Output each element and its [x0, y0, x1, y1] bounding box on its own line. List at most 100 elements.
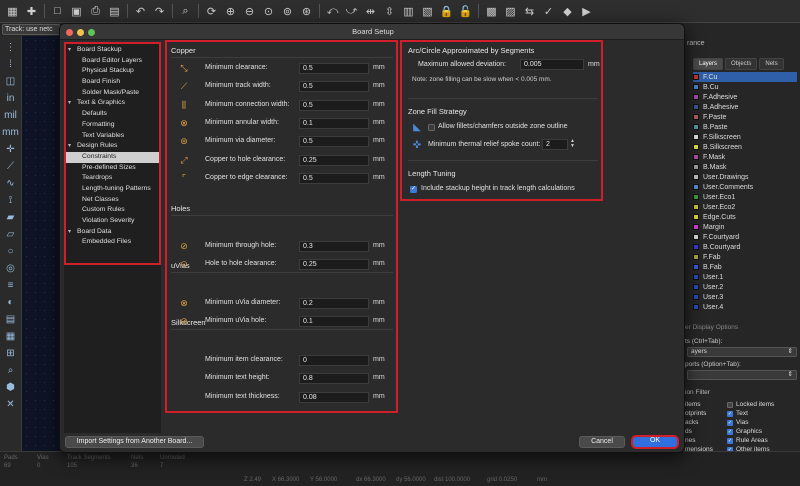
constraint-input[interactable]: 0.5: [299, 173, 369, 184]
layer-color-swatch[interactable]: [693, 264, 699, 270]
undo-icon[interactable]: ↶: [132, 3, 149, 20]
constraint-input[interactable]: 0.1: [299, 118, 369, 129]
maximize-window-icon[interactable]: [88, 29, 95, 36]
import-settings-button[interactable]: Import Settings from Another Board...: [65, 436, 204, 448]
viewports-select[interactable]: ⇕: [687, 370, 797, 380]
layer-color-swatch[interactable]: [693, 174, 699, 180]
layer-color-swatch[interactable]: [693, 234, 699, 240]
layer-color-swatch[interactable]: [693, 204, 699, 210]
constraint-input[interactable]: 0.5: [299, 81, 369, 92]
constraint-input[interactable]: 0.5: [299, 136, 369, 147]
lock-icon[interactable]: 🔒: [438, 3, 455, 20]
allow-fillets-checkbox[interactable]: [428, 124, 435, 131]
filter-item[interactable]: nes: [685, 436, 713, 445]
print-icon[interactable]: ⎙: [87, 3, 104, 20]
layer-color-swatch[interactable]: [693, 114, 699, 120]
footprint-browser-icon[interactable]: ▨: [502, 3, 519, 20]
zoom-selection-icon[interactable]: ⊛: [298, 3, 315, 20]
cancel-button[interactable]: Cancel: [579, 436, 625, 448]
layer-color-swatch[interactable]: [693, 74, 699, 80]
constraint-input[interactable]: 0.25: [299, 259, 369, 270]
constraint-input[interactable]: 0.5: [299, 63, 369, 74]
tree-item[interactable]: Board Editor Layers: [66, 56, 159, 67]
tree-item[interactable]: Physical Stackup: [66, 66, 159, 77]
update-pcb-icon[interactable]: ⇆: [521, 3, 538, 20]
zoom-fit-icon[interactable]: ⊙: [260, 3, 277, 20]
plot-icon[interactable]: ▤: [106, 3, 123, 20]
layer-row[interactable]: F.Adhesive: [693, 92, 797, 102]
tree-item[interactable]: Length-tuning Patterns: [66, 184, 159, 195]
tree-item[interactable]: Embedded Files: [66, 237, 159, 248]
filter-item[interactable]: ✓ Rule Areas: [727, 436, 774, 445]
refresh-icon[interactable]: ⟳: [203, 3, 220, 20]
layer-color-swatch[interactable]: [693, 104, 699, 110]
layer-color-swatch[interactable]: [693, 284, 699, 290]
layer-row[interactable]: B.Silkscreen: [693, 142, 797, 152]
tree-group[interactable]: ▾ Board Stackup: [66, 45, 159, 56]
tree-group[interactable]: ▾ Board Data: [66, 227, 159, 238]
redo-icon[interactable]: ↷: [151, 3, 168, 20]
tree-item[interactable]: Solder Mask/Paste: [66, 88, 159, 99]
zoom-objects-icon[interactable]: ⊚: [279, 3, 296, 20]
layer-row[interactable]: F.Mask: [693, 152, 797, 162]
spoke-count-stepper[interactable]: ▲ ▼: [569, 139, 576, 150]
tree-group[interactable]: ▾ Design Rules: [66, 141, 159, 152]
layer-row[interactable]: Margin: [693, 222, 797, 232]
rotate-ccw-icon[interactable]: ⤺: [324, 3, 341, 20]
layer-color-swatch[interactable]: [693, 124, 699, 130]
3d-viewer-icon[interactable]: ◆: [559, 3, 576, 20]
footprint-editor-icon[interactable]: ▩: [483, 3, 500, 20]
constraint-input[interactable]: 0.1: [299, 316, 369, 327]
tree-item[interactable]: Text Variables: [66, 131, 159, 142]
vias-outline-icon[interactable]: ◎: [3, 261, 18, 275]
layer-row[interactable]: B.Fab: [693, 262, 797, 272]
tab-objects[interactable]: Objects: [725, 58, 758, 70]
layer-row[interactable]: F.Fab: [693, 252, 797, 262]
unlock-icon[interactable]: 🔓: [457, 3, 474, 20]
polar-coords-icon[interactable]: ◫: [3, 74, 18, 88]
minimize-window-icon[interactable]: [77, 29, 84, 36]
layer-color-swatch[interactable]: [693, 224, 699, 230]
chevron-down-icon[interactable]: ▾: [68, 227, 77, 238]
filter-item[interactable]: items: [685, 400, 713, 409]
mils-icon[interactable]: mil: [3, 108, 18, 122]
layer-row[interactable]: F.Cu: [693, 72, 797, 82]
zones-outline-icon[interactable]: ▱: [3, 227, 18, 241]
layer-row[interactable]: User.4: [693, 302, 797, 312]
ratsnest-icon[interactable]: ⟋: [3, 159, 18, 173]
filter-checkbox[interactable]: ✓: [727, 437, 733, 444]
tools-icon[interactable]: ✕: [3, 397, 18, 411]
rotate-cw-icon[interactable]: ⤻: [343, 3, 360, 20]
zones-filled-icon[interactable]: ▰: [3, 210, 18, 224]
high-contrast-icon[interactable]: ◐: [3, 295, 18, 309]
tree-group[interactable]: ▾ Text & Graphics: [66, 98, 159, 109]
tree-item[interactable]: Pre-defined Sizes: [66, 163, 159, 174]
layer-row[interactable]: User.Eco2: [693, 202, 797, 212]
layer-row[interactable]: F.Silkscreen: [693, 132, 797, 142]
layer-color-swatch[interactable]: [693, 154, 699, 160]
layer-row[interactable]: B.Mask: [693, 162, 797, 172]
group-icon[interactable]: ▥: [400, 3, 417, 20]
curved-ratsnest-icon[interactable]: ∿: [3, 176, 18, 190]
layer-color-swatch[interactable]: [693, 94, 699, 100]
find-icon[interactable]: ⌕: [177, 3, 194, 20]
layer-row[interactable]: F.Courtyard: [693, 232, 797, 242]
filter-item[interactable]: ✓ Vias: [727, 418, 774, 427]
properties-icon[interactable]: ▦: [3, 329, 18, 343]
filter-item[interactable]: ✓ Text: [727, 409, 774, 418]
layer-row[interactable]: F.Paste: [693, 112, 797, 122]
track-width-select[interactable]: Track: use netc: [2, 24, 60, 35]
ok-button[interactable]: OK: [631, 435, 679, 449]
constraint-input[interactable]: 0.8: [299, 373, 369, 384]
tree-item[interactable]: Teardrops: [66, 173, 159, 184]
presets-select[interactable]: ayers ⇕: [687, 347, 797, 357]
layer-color-swatch[interactable]: [693, 294, 699, 300]
spoke-count-input[interactable]: 2: [542, 139, 568, 150]
tree-item[interactable]: Defaults: [66, 109, 159, 120]
layers-manager-icon[interactable]: ▤: [3, 312, 18, 326]
millimeters-icon[interactable]: mm: [2, 125, 19, 139]
grid-overrides-icon[interactable]: ⁞: [3, 57, 18, 71]
layer-row[interactable]: User.2: [693, 282, 797, 292]
layer-row[interactable]: B.Adhesive: [693, 102, 797, 112]
constraint-input[interactable]: 0.25: [299, 155, 369, 166]
